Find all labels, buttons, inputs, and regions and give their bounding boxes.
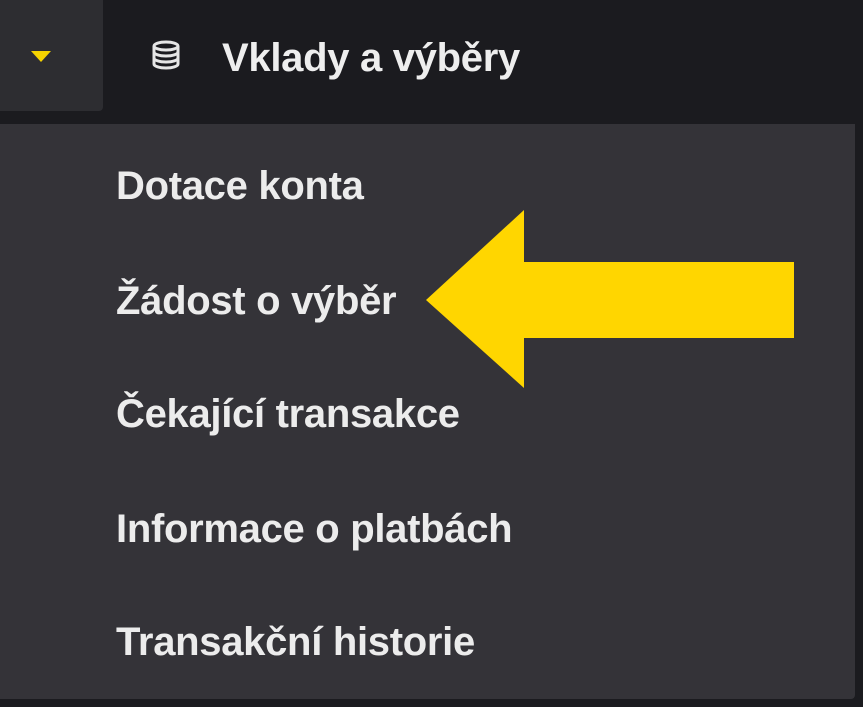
menu-item-withdrawal-request[interactable]: Žádost o výběr bbox=[116, 275, 397, 327]
collapse-toggle-button[interactable] bbox=[0, 0, 103, 111]
menu-item-account-funding[interactable]: Dotace konta bbox=[116, 160, 364, 212]
menu-item-payment-info[interactable]: Informace o platbách bbox=[116, 503, 513, 555]
menu-header: Vklady a výběry bbox=[0, 0, 863, 124]
menu-item-pending-transactions[interactable]: Čekající transakce bbox=[116, 388, 460, 440]
menu-item-transaction-history[interactable]: Transakční historie bbox=[116, 616, 475, 668]
section-title[interactable]: Vklady a výběry bbox=[222, 32, 520, 84]
coins-icon bbox=[152, 40, 180, 70]
arrow-left-icon bbox=[426, 210, 794, 388]
caret-down-icon bbox=[31, 51, 51, 62]
